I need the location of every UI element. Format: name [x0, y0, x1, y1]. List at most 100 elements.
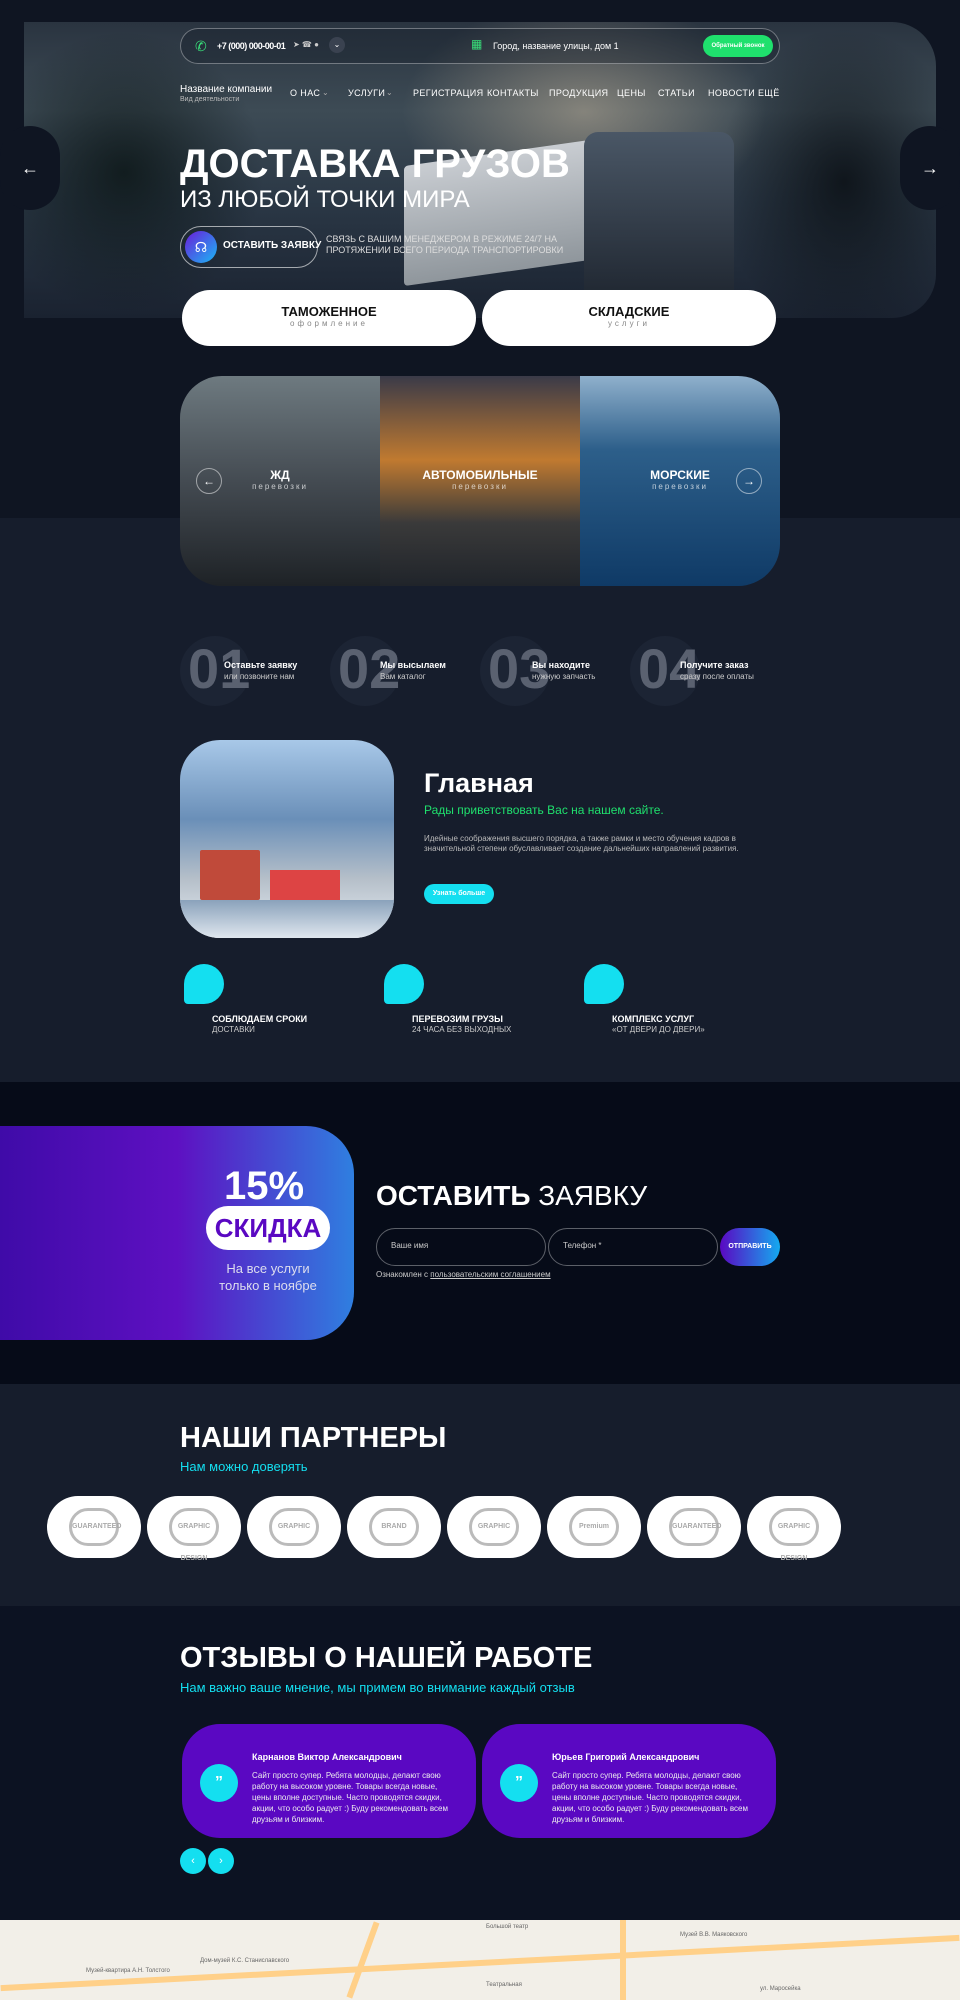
nav-item-products[interactable]: ПРОДУКЦИЯ [549, 88, 608, 98]
map-label: Театральная [486, 1982, 522, 1988]
phone-icon: ✆ [195, 38, 207, 54]
clock-icon [184, 964, 224, 1004]
hero-prev-arrow[interactable]: ← [0, 126, 60, 210]
chevron-down-icon: ⌄ [322, 88, 329, 97]
card-warehouse[interactable]: СКЛАДСКИЕ услуги [482, 290, 776, 346]
reviews-next-button[interactable]: › [208, 1848, 234, 1874]
messenger-icons[interactable]: ➤ ☎ ● [293, 40, 319, 49]
partners-section [0, 1384, 960, 1606]
partner-logo[interactable]: GRAPHIC [447, 1496, 541, 1558]
truck-icon [384, 964, 424, 1004]
map-label: Большой театр [486, 1924, 529, 1930]
topbar-phone[interactable]: +7 (000) 000-00-01 [217, 41, 286, 51]
hero-title: ДОСТАВКА ГРУЗОВ [180, 142, 570, 186]
step-sub: Вам каталог [380, 672, 426, 681]
learn-more-button[interactable]: Узнать больше [424, 884, 494, 904]
nav-item-about[interactable]: О НАС [290, 88, 320, 98]
user-agreement-link[interactable]: пользовательским соглашением [430, 1270, 550, 1279]
partner-logo-mark: GRAPHIC [469, 1508, 519, 1546]
topbar: ✆ +7 (000) 000-00-01 ➤ ☎ ● ⌄ ▦ Город, на… [180, 28, 780, 64]
review-author: Карнанов Виктор Александрович [252, 1752, 402, 1762]
step-title: Мы высылаем [380, 660, 446, 670]
main-image [180, 740, 394, 938]
reviews-title: ОТЗЫВЫ О НАШЕЙ РАБОТЕ [180, 1642, 593, 1674]
containers-shape [200, 850, 260, 900]
step-4: 04 Получите заказ сразу после оплаты [630, 636, 780, 706]
nav-item-prices[interactable]: ЦЕНЫ [617, 88, 646, 98]
step-1: 01 Оставьте заявку или позвоните нам [180, 636, 320, 706]
reviews-prev-button[interactable]: ‹ [180, 1848, 206, 1874]
transport-carousel: ЖД перевозки АВТОМОБИЛЬНЫЕ перевозки МОР… [180, 376, 780, 586]
review-card: ” Карнанов Виктор Александрович Сайт про… [182, 1724, 476, 1838]
partner-logo[interactable]: GRAPHIC [247, 1496, 341, 1558]
map-label: Музей-квартира А.Н. Толстого [86, 1968, 170, 1974]
review-card: ” Юрьев Григорий Александрович Сайт прос… [482, 1724, 776, 1838]
map-road [0, 1934, 960, 1992]
partner-logo-mark: GUARANTEED [669, 1508, 721, 1546]
hero-cta-button[interactable]: ☊ ОСТАВИТЬ ЗАЯВКУ [180, 226, 322, 268]
map[interactable]: Музей В.В. Маяковского Большой театр ул.… [0, 1920, 960, 2000]
feature-title: ПЕРЕВОЗИМ ГРУЗЫ [412, 1014, 503, 1024]
partner-logo[interactable]: Premium [547, 1496, 641, 1558]
quote-icon: ” [500, 1764, 538, 1802]
partner-logo[interactable]: GUARANTEED [47, 1496, 141, 1558]
brand-name[interactable]: Название компании [180, 84, 272, 95]
phone-input[interactable]: Телефон * [548, 1228, 718, 1266]
nav-item-articles[interactable]: СТАТЬИ [658, 88, 695, 98]
hero-note: СВЯЗЬ С ВАШИМ МЕНЕДЖЕРОМ В РЕЖИМЕ 24/7 Н… [326, 234, 564, 255]
auto-sub: перевозки [452, 482, 508, 491]
partner-logo[interactable]: BRAND [347, 1496, 441, 1558]
carousel-prev-button[interactable]: ← [196, 468, 222, 494]
partner-logo[interactable]: GRAPHIC DESIGN [147, 1496, 241, 1562]
map-label: Музей В.В. Маяковского [680, 1932, 748, 1938]
nav-item-news[interactable]: НОВОСТИ [708, 88, 755, 98]
review-text: Сайт просто супер. Ребята молодцы, делаю… [552, 1771, 748, 1824]
quote-icon: ” [200, 1764, 238, 1802]
partners-title: НАШИ ПАРТНЕРЫ [180, 1422, 447, 1454]
partner-logo-mark: GUARANTEED [69, 1508, 121, 1546]
main-lead: Рады приветствовать Вас на нашем сайте. [424, 803, 664, 817]
discount-banner: 15% СКИДКА На все услуги только в ноябре [0, 1126, 354, 1340]
nav-item-more[interactable]: ЕЩЁ [758, 88, 780, 98]
card-customs-sub: оформление [290, 319, 368, 328]
discount-badge: СКИДКА [206, 1206, 330, 1250]
feature-sub: 24 ЧАСА БЕЗ ВЫХОДНЫХ [412, 1025, 512, 1034]
partner-logo-mark: GRAPHIC DESIGN [769, 1508, 819, 1562]
step-3: 03 Вы находите нужную запчасть [480, 636, 620, 706]
hero-cta-label: ОСТАВИТЬ ЗАЯВКУ [223, 240, 322, 251]
chevron-down-icon: ⌄ [386, 88, 393, 97]
step-2: 02 Мы высылаем Вам каталог [330, 636, 470, 706]
review-author: Юрьев Григорий Александрович [552, 1752, 700, 1762]
submit-button[interactable]: ОТПРАВИТЬ [720, 1228, 780, 1266]
headset-icon: ☊ [185, 231, 217, 263]
partner-logo[interactable]: GUARANTEED [647, 1496, 741, 1558]
partner-logo-mark: Premium [569, 1508, 619, 1546]
card-customs-title: ТАМОЖЕННОЕ [281, 304, 377, 319]
partner-logo-mark: BRAND [369, 1508, 419, 1546]
partners-sub: Нам можно доверять [180, 1459, 308, 1474]
discount-percent: 15% [224, 1164, 305, 1208]
carousel-next-button[interactable]: → [736, 468, 762, 494]
map-label: ул. Маросейка [760, 1986, 801, 1992]
step-sub: или позвоните нам [224, 672, 295, 681]
step-title: Вы находите [532, 660, 590, 670]
partner-logo[interactable]: GRAPHIC DESIGN [747, 1496, 841, 1562]
nav-item-registration[interactable]: РЕГИСТРАЦИЯ [413, 88, 483, 98]
auto-title: АВТОМОБИЛЬНЫЕ [422, 468, 538, 482]
auto-panel[interactable]: АВТОМОБИЛЬНЫЕ перевозки [380, 376, 580, 586]
name-input[interactable]: Ваше имя [376, 1228, 546, 1266]
map-road [346, 1921, 380, 1999]
chevron-down-icon[interactable]: ⌄ [329, 37, 345, 53]
callback-button[interactable]: Обратный звонок [703, 35, 773, 57]
card-warehouse-sub: услуги [608, 319, 650, 328]
truck-shape [270, 870, 340, 900]
road-shape [180, 900, 394, 938]
nav-item-contacts[interactable]: КОНТАКТЫ [487, 88, 539, 98]
card-customs[interactable]: ТАМОЖЕННОЕ оформление [182, 290, 476, 346]
nav-item-services[interactable]: УСЛУГИ [348, 88, 385, 98]
topbar-address: Город, название улицы, дом 1 [493, 41, 619, 51]
reviews-sub: Нам важно ваше мнение, мы примем во вним… [180, 1680, 575, 1695]
review-text: Сайт просто супер. Ребята молодцы, делаю… [252, 1771, 448, 1824]
hero-next-arrow[interactable]: → [900, 126, 960, 210]
feature-title: КОМПЛЕКС УСЛУГ [612, 1014, 695, 1024]
